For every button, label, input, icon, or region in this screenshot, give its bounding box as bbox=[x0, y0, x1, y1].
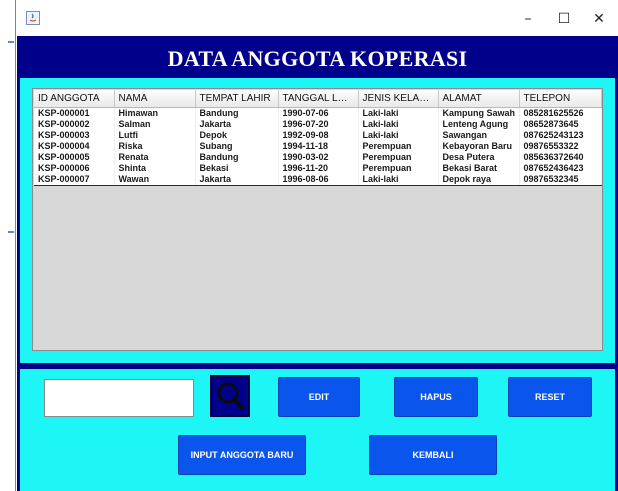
reset-button[interactable]: RESET bbox=[508, 377, 592, 417]
cell-id: KSP-000004 bbox=[34, 141, 115, 152]
table-row[interactable]: KSP-000004 Riska Subang 1994-11-18 Perem… bbox=[34, 141, 602, 152]
cell-id: KSP-000006 bbox=[34, 163, 115, 174]
table-row[interactable]: KSP-000002 Salman Jakarta 1996-07-20 Lak… bbox=[34, 119, 602, 130]
table-header-row: ID ANGGOTA NAMA TEMPAT LAHIR TANGGAL LAH… bbox=[34, 90, 602, 108]
cell-tempat-lahir: Depok bbox=[195, 130, 279, 141]
column-header-nama[interactable]: NAMA bbox=[114, 90, 196, 108]
delete-button[interactable]: HAPUS bbox=[394, 377, 478, 417]
cell-jenis-kelamin: Perempuan bbox=[358, 141, 439, 152]
app-window: – ☐ ✕ DATA ANGGOTA KOPERASI ID ANGGOTA N… bbox=[15, 0, 618, 491]
cell-jenis-kelamin: Laki-laki bbox=[358, 130, 439, 141]
cell-telepon: 085281625526 bbox=[519, 107, 602, 119]
cell-nama: Riska bbox=[114, 141, 196, 152]
table-row[interactable]: KSP-000005 Renata Bandung 1990-03-02 Per… bbox=[34, 152, 602, 163]
cell-telepon: 09876553322 bbox=[519, 141, 602, 152]
cell-jenis-kelamin: Laki-laki bbox=[358, 174, 439, 186]
cell-tanggal-lahir: 1996-07-20 bbox=[278, 119, 359, 130]
cell-jenis-kelamin: Perempuan bbox=[358, 163, 439, 174]
header-panel: DATA ANGGOTA KOPERASI bbox=[17, 36, 618, 78]
cell-id: KSP-000005 bbox=[34, 152, 115, 163]
cell-alamat: Lenteng Agung bbox=[438, 119, 520, 130]
cell-alamat: Kebayoran Baru bbox=[438, 141, 520, 152]
cell-tanggal-lahir: 1990-07-06 bbox=[278, 107, 359, 119]
members-table: ID ANGGOTA NAMA TEMPAT LAHIR TANGGAL LAH… bbox=[34, 90, 602, 186]
cell-nama: Lutfi bbox=[114, 130, 196, 141]
cell-tempat-lahir: Jakarta bbox=[195, 174, 279, 186]
minimize-button[interactable]: – bbox=[513, 8, 543, 30]
cell-jenis-kelamin: Perempuan bbox=[358, 152, 439, 163]
java-app-icon bbox=[26, 11, 40, 25]
edge-tick bbox=[8, 41, 14, 43]
cell-telepon: 09876532345 bbox=[519, 174, 602, 186]
cell-tanggal-lahir: 1996-11-20 bbox=[278, 163, 359, 174]
title-bar[interactable]: – ☐ ✕ bbox=[16, 0, 618, 36]
cell-tanggal-lahir: 1996-08-06 bbox=[278, 174, 359, 186]
column-header-tanggal-lahir[interactable]: TANGGAL LAH... bbox=[278, 90, 359, 108]
cell-telepon: 08652873645 bbox=[519, 119, 602, 130]
search-button[interactable] bbox=[210, 375, 250, 417]
cell-alamat: Depok raya bbox=[438, 174, 520, 186]
action-panel: EDIT HAPUS RESET INPUT ANGGOTA BARU KEMB… bbox=[17, 366, 618, 491]
cell-tanggal-lahir: 1990-03-02 bbox=[278, 152, 359, 163]
cell-alamat: Kampung Sawah bbox=[438, 107, 520, 119]
cell-id: KSP-000001 bbox=[34, 107, 115, 119]
left-edge bbox=[0, 0, 15, 491]
maximize-button[interactable]: ☐ bbox=[549, 8, 579, 30]
cell-tempat-lahir: Jakarta bbox=[195, 119, 279, 130]
edit-button[interactable]: EDIT bbox=[278, 377, 360, 417]
cell-nama: Renata bbox=[114, 152, 196, 163]
back-button[interactable]: KEMBALI bbox=[369, 435, 497, 475]
cell-jenis-kelamin: Laki-laki bbox=[358, 107, 439, 119]
table-panel: ID ANGGOTA NAMA TEMPAT LAHIR TANGGAL LAH… bbox=[17, 78, 618, 366]
search-input[interactable] bbox=[44, 379, 194, 417]
cell-nama: Wawan bbox=[114, 174, 196, 186]
cell-alamat: Desa Putera bbox=[438, 152, 520, 163]
table-row[interactable]: KSP-000003 Lutfi Depok 1992-09-08 Laki-l… bbox=[34, 130, 602, 141]
cell-nama: Shinta bbox=[114, 163, 196, 174]
cell-telepon: 085636372640 bbox=[519, 152, 602, 163]
cell-tempat-lahir: Bandung bbox=[195, 107, 279, 119]
cell-tempat-lahir: Bandung bbox=[195, 152, 279, 163]
cell-tempat-lahir: Bekasi bbox=[195, 163, 279, 174]
column-header-tempat-lahir[interactable]: TEMPAT LAHIR bbox=[195, 90, 279, 108]
cell-nama: Salman bbox=[114, 119, 196, 130]
cell-telepon: 087625243123 bbox=[519, 130, 602, 141]
table-row[interactable]: KSP-000006 Shinta Bekasi 1996-11-20 Pere… bbox=[34, 163, 602, 174]
cell-alamat: Sawangan bbox=[438, 130, 520, 141]
cell-telepon: 087652436423 bbox=[519, 163, 602, 174]
cell-id: KSP-000002 bbox=[34, 119, 115, 130]
search-icon bbox=[217, 382, 244, 410]
page-title: DATA ANGGOTA KOPERASI bbox=[167, 46, 468, 71]
add-member-button[interactable]: INPUT ANGGOTA BARU bbox=[178, 435, 306, 475]
column-header-jenis-kelamin[interactable]: JENIS KELAMIN bbox=[358, 90, 439, 108]
edge-tick bbox=[8, 231, 14, 233]
table-scroll-area[interactable]: ID ANGGOTA NAMA TEMPAT LAHIR TANGGAL LAH… bbox=[32, 88, 603, 351]
cell-nama: Himawan bbox=[114, 107, 196, 119]
cell-tempat-lahir: Subang bbox=[195, 141, 279, 152]
cell-id: KSP-000007 bbox=[34, 174, 115, 186]
cell-tanggal-lahir: 1994-11-18 bbox=[278, 141, 359, 152]
column-header-alamat[interactable]: ALAMAT bbox=[438, 90, 520, 108]
cell-id: KSP-000003 bbox=[34, 130, 115, 141]
cell-jenis-kelamin: Laki-laki bbox=[358, 119, 439, 130]
column-header-id[interactable]: ID ANGGOTA bbox=[34, 90, 115, 108]
cell-tanggal-lahir: 1992-09-08 bbox=[278, 130, 359, 141]
table-row[interactable]: KSP-000007 Wawan Jakarta 1996-08-06 Laki… bbox=[34, 174, 602, 186]
table-row[interactable]: KSP-000001 Himawan Bandung 1990-07-06 La… bbox=[34, 107, 602, 119]
cell-alamat: Bekasi Barat bbox=[438, 163, 520, 174]
close-button[interactable]: ✕ bbox=[584, 8, 614, 30]
column-header-telepon[interactable]: TELEPON bbox=[519, 90, 602, 108]
